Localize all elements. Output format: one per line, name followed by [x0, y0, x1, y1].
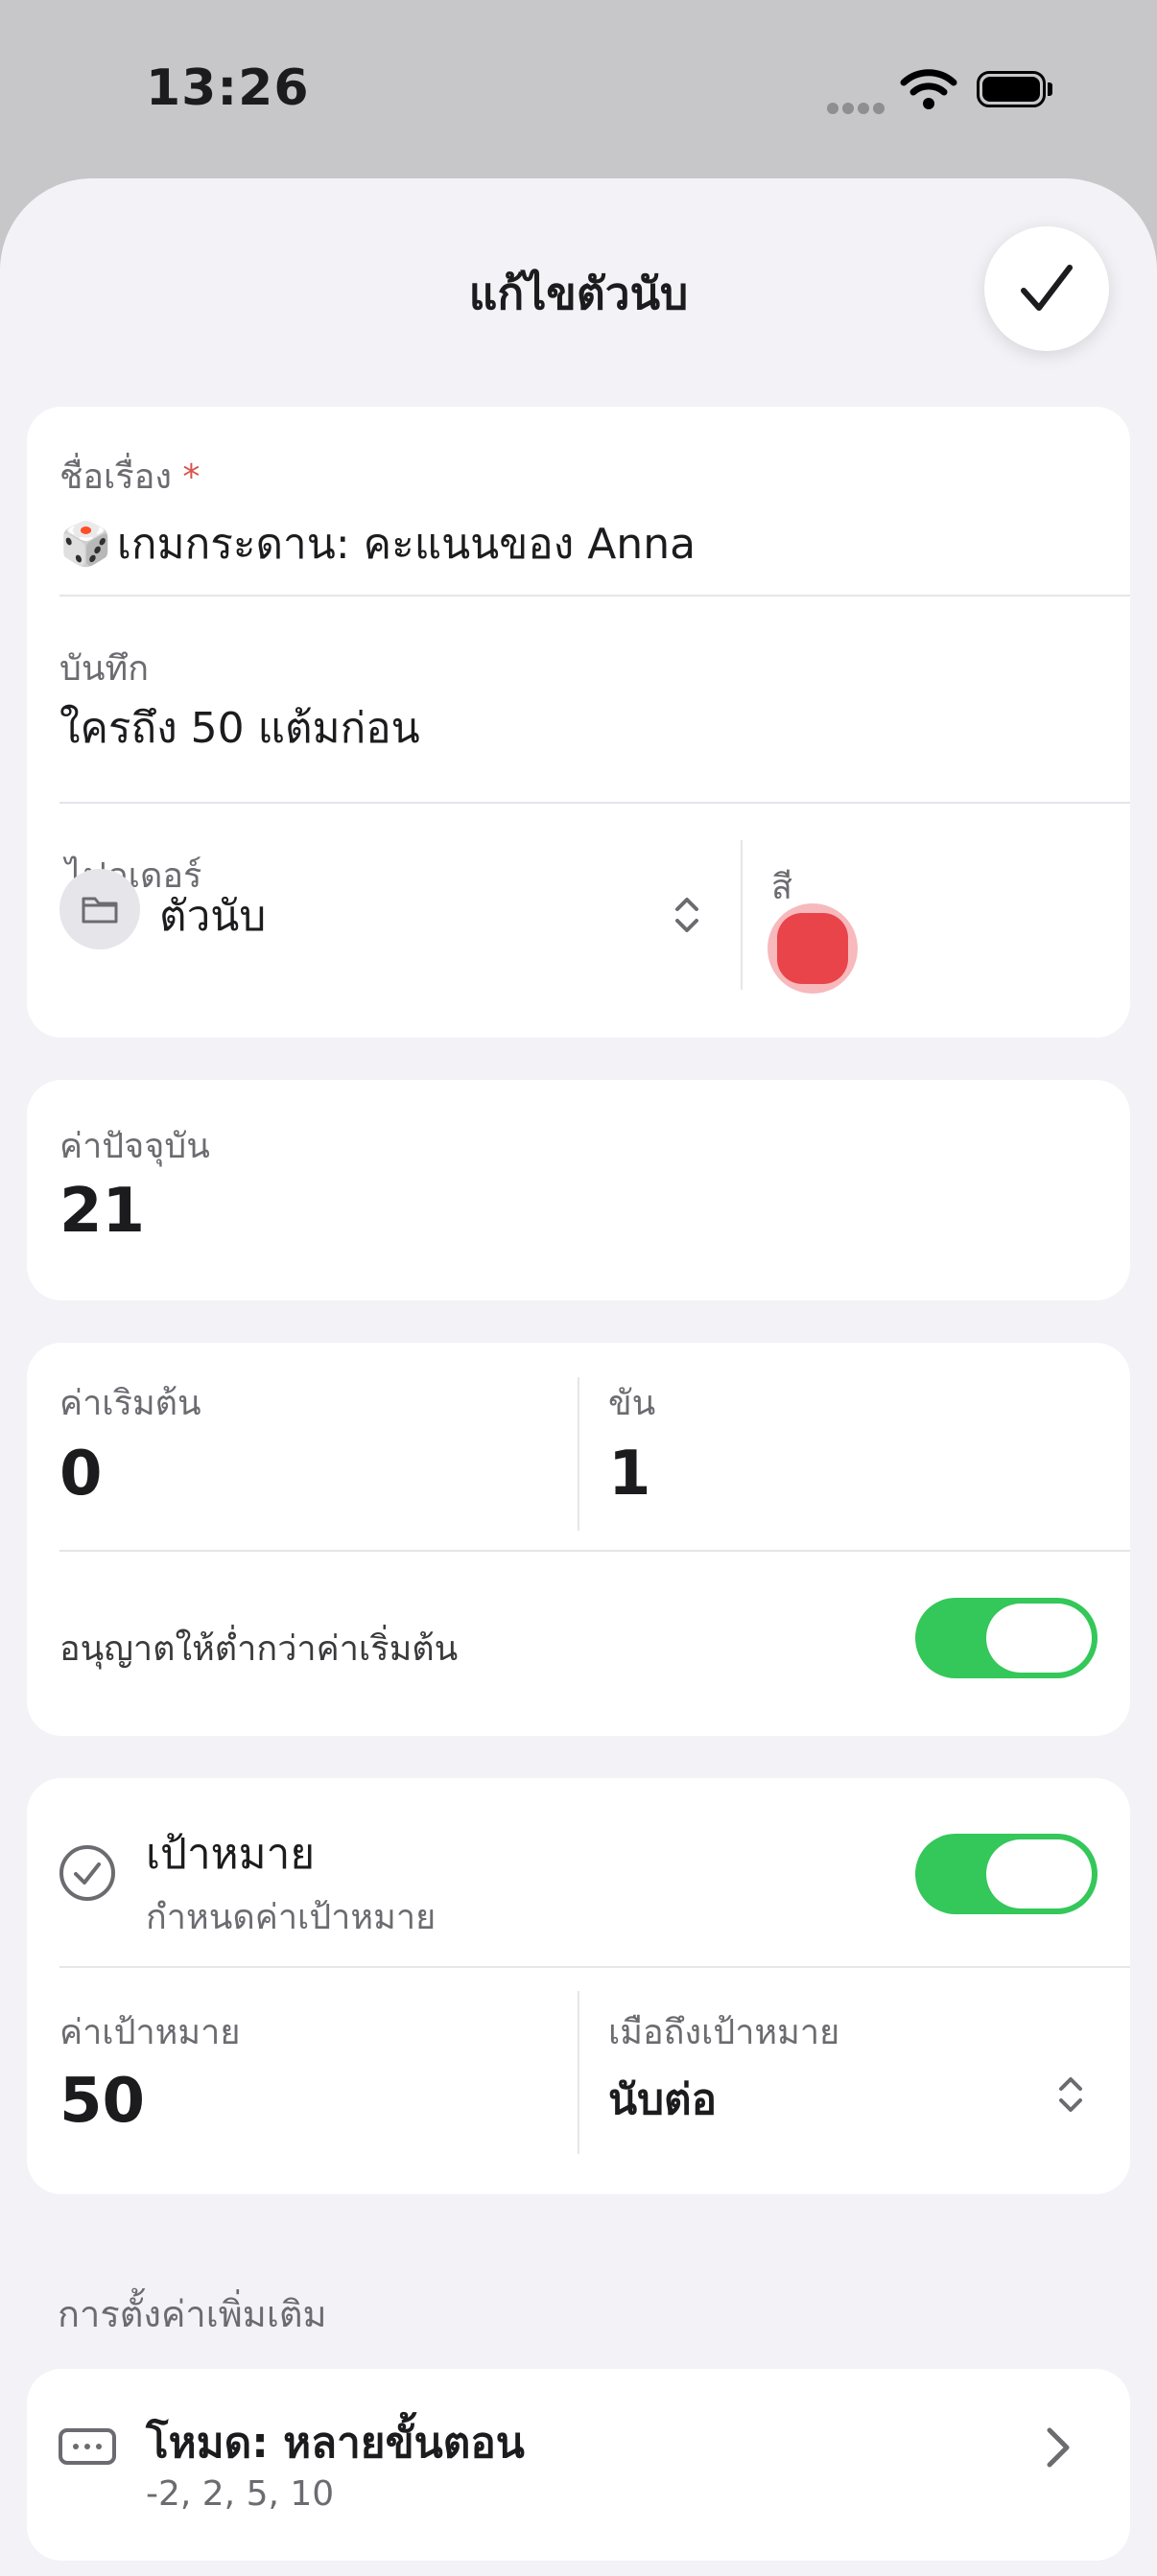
title-input[interactable]: เกมกระดาน: คะแนนของ Anna — [117, 520, 696, 569]
battery-icon — [977, 71, 1053, 113]
goal-target-label: ค่าเป้าหมาย — [59, 2013, 241, 2052]
current-value-card: ค่าปัจจุบัน 21 — [27, 1080, 1130, 1300]
divider — [578, 1991, 579, 2154]
goal-toggle[interactable] — [915, 1834, 1098, 1914]
advanced-section-header: การตั้งค่าเพิ่มเติม — [58, 2293, 327, 2335]
mode-steps: -2, 2, 5, 10 — [146, 2474, 335, 2514]
checkmark-icon — [1021, 265, 1073, 311]
divider — [59, 1550, 1130, 1552]
note-input[interactable]: ใครถึง 50 แต้มก่อน — [59, 694, 420, 761]
start-value-label: ค่าเริมต้น — [59, 1384, 201, 1423]
step-label: ขัน — [608, 1384, 656, 1423]
color-dot — [777, 913, 848, 984]
divider — [59, 802, 1130, 804]
current-value-input[interactable]: 21 — [59, 1176, 145, 1247]
folder-value: ตัวนับ — [159, 892, 267, 941]
status-bar: 13:26 — [0, 0, 1157, 182]
divider — [59, 1966, 1130, 1968]
note-label: บันทึก — [59, 649, 149, 689]
keypad-icon — [58, 2424, 117, 2472]
on-reach-label: เมือถึงเป้าหมาย — [608, 2013, 840, 2052]
goal-card: เป้าหมาย กำหนดค่าเป้าหมาย ค่าเป้าหมาย 50… — [27, 1778, 1130, 2194]
dice-icon: 🎲 — [59, 520, 112, 569]
goal-check-icon — [58, 1843, 117, 1907]
on-reach-value: นับต่อ — [608, 2075, 718, 2124]
start-value-input[interactable]: 0 — [59, 1439, 103, 1510]
details-card: ชื่อเรื่อง * 🎲 เกมกระดาน: คะแนนของ Anna … — [27, 407, 1130, 1038]
goal-target-input[interactable]: 50 — [59, 2066, 145, 2137]
goal-title: เป้าหมาย — [146, 1830, 316, 1879]
current-value-label: ค่าปัจจุบัน — [59, 1127, 210, 1166]
sheet-title: แก้ไขตัวนับ — [468, 268, 689, 319]
goal-subtitle: กำหนดค่าเป้าหมาย — [146, 1898, 437, 1937]
mode-row[interactable]: โหมด: หลายขั้นตอน -2, 2, 5, 10 — [27, 2369, 1130, 2561]
divider — [578, 1377, 579, 1531]
allow-below-start-label: อนุญาตให้ต่ำกว่าค่าเริ่มต้น — [59, 1629, 459, 1669]
color-swatch[interactable] — [767, 903, 858, 994]
mode-title: โหมด: หลายขั้นตอน — [146, 2419, 525, 2468]
chevron-up-down-icon — [672, 894, 702, 940]
step-input[interactable]: 1 — [608, 1439, 651, 1510]
done-button[interactable] — [984, 226, 1109, 351]
color-label: สี — [771, 868, 792, 907]
required-marker: * — [182, 457, 201, 497]
divider — [59, 595, 1130, 597]
chevron-up-down-icon — [1055, 2073, 1086, 2119]
status-time: 13:26 — [146, 59, 310, 117]
edit-counter-sheet: แก้ไขตัวนับ ชื่อเรื่อง * 🎲 เกมกระดาน: คะ… — [0, 178, 1157, 2576]
cellular-signal-icon — [827, 100, 888, 118]
title-field[interactable]: 🎲 เกมกระดาน: คะแนนของ Anna — [59, 510, 1096, 569]
allow-below-start-toggle[interactable] — [915, 1598, 1098, 1678]
counter-settings-card: ค่าเริมต้น 0 ขัน 1 อนุญาตให้ต่ำกว่าค่าเร… — [27, 1343, 1130, 1736]
folder-icon — [59, 869, 140, 949]
folder-picker[interactable] — [59, 863, 712, 955]
chevron-right-icon — [1044, 2424, 1073, 2474]
divider — [741, 840, 743, 990]
title-label: ชื่อเรื่อง * — [59, 457, 201, 497]
wifi-icon — [900, 67, 957, 115]
